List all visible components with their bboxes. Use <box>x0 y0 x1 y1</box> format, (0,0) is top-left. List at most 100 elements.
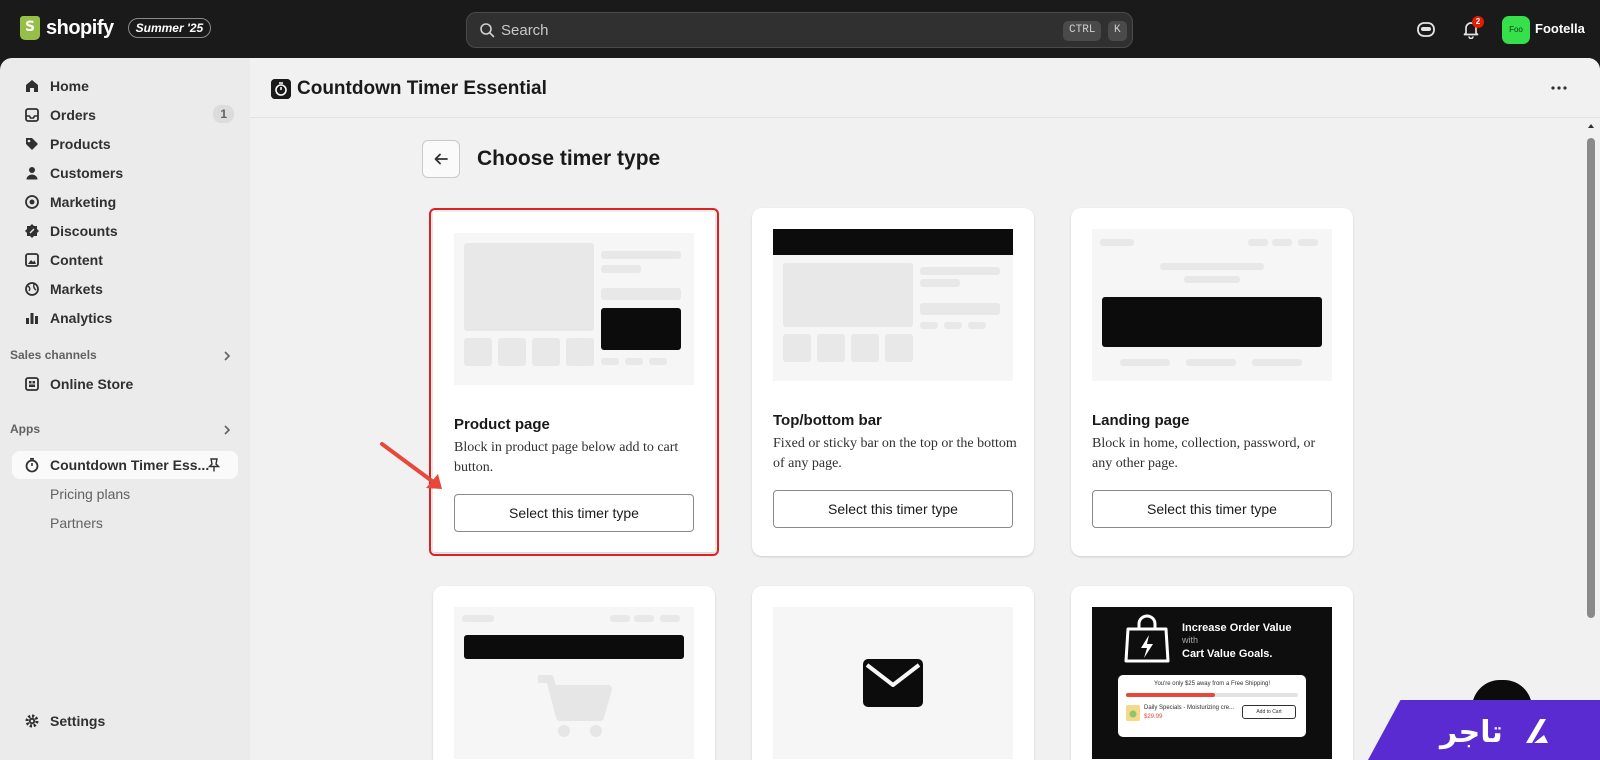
promo-add-to-cart-button: Add to Cart <box>1242 705 1296 719</box>
promo-item-price: $29.99 <box>1144 714 1163 720</box>
home-icon <box>26 80 38 92</box>
pin-icon[interactable] <box>206 457 222 473</box>
sidebar-item-label: Discounts <box>50 223 118 239</box>
sidebar-item-products[interactable]: Products <box>12 130 238 158</box>
sidebar-item-discounts[interactable]: Discounts <box>12 217 238 245</box>
timer-card-product-page: Product page Block in product page below… <box>429 208 719 556</box>
page-title: Choose timer type <box>477 147 661 170</box>
cart-value-goals-preview: Increase Order Value with Cart Value Goa… <box>1092 607 1332 759</box>
sidebar-item-label: Content <box>50 252 103 268</box>
red-annotation-arrow <box>380 442 442 489</box>
sidebar: Home Orders 1 Products Customers Marketi… <box>0 58 250 760</box>
sidebar-item-label: Marketing <box>50 194 117 210</box>
bar-chart-icon <box>26 313 38 324</box>
sidebar-item-online-store[interactable]: Online Store <box>12 370 238 398</box>
timer-bar-placeholder <box>773 229 1013 255</box>
sidebar-item-analytics[interactable]: Analytics <box>12 304 238 332</box>
app-header: Countdown Timer Essential <box>250 58 1600 118</box>
sidebar-item-content[interactable]: Content <box>12 246 238 274</box>
timer-block-placeholder <box>601 308 681 350</box>
target-icon <box>25 195 39 209</box>
select-product-page-button[interactable]: Select this timer type <box>454 494 694 532</box>
select-landing-page-button[interactable]: Select this timer type <box>1092 490 1332 528</box>
sidebar-subitem-partners[interactable]: Partners <box>50 515 103 531</box>
card-description: Block in home, collection, password, or … <box>1092 436 1316 471</box>
sidebar-item-home[interactable]: Home <box>12 72 238 100</box>
orders-count-badge: 1 <box>213 105 234 123</box>
brand-text: shopify <box>46 16 114 39</box>
scroll-up-arrow-icon[interactable] <box>1587 122 1595 130</box>
globe-icon <box>25 282 39 296</box>
sidebar-item-label: Countdown Timer Ess... <box>50 457 210 473</box>
store-name[interactable]: Footella <box>1535 21 1585 36</box>
timer-bar-placeholder <box>464 635 684 659</box>
product-page-preview <box>454 233 694 385</box>
shopping-cart-icon <box>538 675 612 737</box>
app-title: Countdown Timer Essential <box>297 78 547 99</box>
card-description: Block in product page below add to cart … <box>454 440 679 475</box>
edition-badge: Summer '25 <box>127 18 212 38</box>
sidebar-item-markets[interactable]: Markets <box>12 275 238 303</box>
card-title: Landing page <box>1092 412 1190 429</box>
watermark-brand-word: تاجر <box>1440 715 1503 750</box>
store-avatar[interactable]: Foo <box>1502 16 1530 44</box>
sidebar-item-label: Analytics <box>50 310 113 326</box>
back-button[interactable] <box>422 140 460 178</box>
timer-card-top-bottom-bar: Top/bottom bar Fixed or sticky bar on th… <box>752 208 1034 556</box>
more-horizontal-icon[interactable] <box>1550 82 1568 94</box>
chevron-right-icon[interactable] <box>220 423 234 437</box>
stopwatch-icon <box>25 457 39 473</box>
search-icon <box>480 23 495 38</box>
select-top-bottom-bar-button[interactable]: Select this timer type <box>773 490 1013 528</box>
product-thumbnail-icon <box>1126 705 1140 721</box>
envelope-icon <box>863 659 923 707</box>
sidebar-item-countdown-timer[interactable]: Countdown Timer Ess... <box>12 451 238 479</box>
shortcut-k-key: K <box>1108 21 1127 41</box>
sidebar-item-customers[interactable]: Customers <box>12 159 238 187</box>
timer-card-email <box>752 586 1034 760</box>
scrollbar-thumb[interactable] <box>1587 138 1595 618</box>
shopify-logo[interactable]: shopify Summer '25 <box>20 16 212 40</box>
store-icon <box>25 377 39 391</box>
card-description: Fixed or sticky bar on the top or the bo… <box>773 436 1017 471</box>
sidebar-subitem-pricing-plans[interactable]: Pricing plans <box>50 486 130 502</box>
promo-item-name: Daily Specials - Moisturizing cre... <box>1144 705 1235 711</box>
discount-icon <box>25 224 39 238</box>
inbox-icon <box>25 108 39 122</box>
shopify-bag-icon <box>20 16 40 40</box>
sidebar-item-label: Products <box>50 136 111 152</box>
promo-with: with <box>1182 635 1199 645</box>
card-title: Top/bottom bar <box>773 412 882 429</box>
stopwatch-icon <box>271 79 291 99</box>
promo-shipping-text: You're only $25 away from a Free Shippin… <box>1154 681 1270 687</box>
shortcut-ctrl-key: CTRL <box>1063 21 1102 41</box>
tag-icon <box>26 138 38 150</box>
shopping-bag-bolt-icon <box>1124 614 1170 663</box>
timer-block-placeholder <box>1102 297 1322 347</box>
search-bar[interactable]: CTRL K <box>466 12 1133 48</box>
sidebar-item-label: Orders <box>50 107 96 123</box>
sidebar-item-label: Settings <box>50 713 106 729</box>
sidekick-icon[interactable] <box>1416 19 1436 39</box>
timer-card-cart-value-goals: Increase Order Value with Cart Value Goa… <box>1071 586 1353 760</box>
sidebar-item-settings[interactable]: Settings <box>12 707 238 735</box>
sidebar-item-label: Online Store <box>50 376 134 392</box>
image-icon <box>25 253 39 267</box>
sidebar-item-label: Markets <box>50 281 103 297</box>
chevron-right-icon[interactable] <box>220 349 234 363</box>
cart-page-preview <box>454 607 694 759</box>
sidebar-item-label: Customers <box>50 165 124 181</box>
sidebar-item-label: Home <box>50 78 89 94</box>
sales-channels-heading: Sales channels <box>10 348 97 362</box>
search-input[interactable] <box>501 19 1001 41</box>
top-bottom-bar-preview <box>773 229 1013 381</box>
watermark-logo-icon <box>1526 719 1548 743</box>
email-preview <box>773 607 1013 759</box>
landing-page-preview <box>1092 229 1332 381</box>
timer-card-cart-page <box>433 586 715 760</box>
timer-card-landing-page: Landing page Block in home, collection, … <box>1071 208 1353 556</box>
card-title: Product page <box>454 416 550 433</box>
top-bar: shopify Summer '25 CTRL K 2 Foo Footella <box>0 0 1600 58</box>
sidebar-item-marketing[interactable]: Marketing <box>12 188 238 216</box>
sidebar-item-orders[interactable]: Orders 1 <box>12 101 238 129</box>
